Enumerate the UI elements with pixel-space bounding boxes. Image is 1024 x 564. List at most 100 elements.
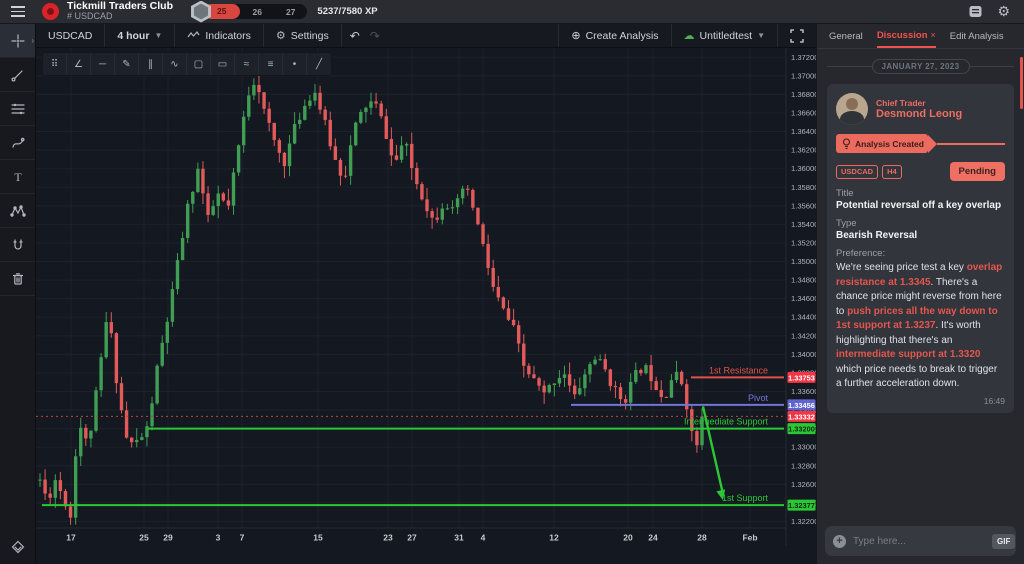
fib-retracement-tool[interactable] [0, 92, 35, 126]
level-label: 1st Support [722, 493, 769, 503]
xp-count: 5237/7580 XP [317, 6, 378, 17]
tab-edit-analysis[interactable]: Edit Analysis [950, 24, 1004, 48]
fib-lines-tool-icon[interactable]: ≡ [259, 53, 283, 75]
chevron-down-icon: ▼ [757, 31, 765, 40]
level-label: Intermediate Support [684, 417, 769, 427]
svg-text:27: 27 [407, 533, 417, 543]
svg-text:1.35400: 1.35400 [791, 220, 816, 229]
brush-tool[interactable] [0, 126, 35, 160]
redo-icon[interactable]: ↷ [368, 29, 388, 43]
angle-tool-icon[interactable]: ∠ [67, 53, 91, 75]
preference-label: Preference: [836, 248, 886, 259]
rectangle-tool-icon[interactable]: ▢ [187, 53, 211, 75]
svg-text:25: 25 [139, 533, 149, 543]
undo-icon[interactable]: ↶ [342, 29, 368, 43]
svg-text:1.32600: 1.32600 [791, 480, 816, 489]
tab-general[interactable]: General [829, 24, 863, 48]
svg-text:1.33200: 1.33200 [788, 425, 815, 434]
type-label: Type [836, 218, 857, 229]
svg-text:24: 24 [648, 533, 658, 543]
lightbulb-icon [842, 137, 851, 149]
tab-discussion[interactable]: Discussion × [876, 24, 936, 48]
trendline-tool-icon[interactable]: ✎ [115, 53, 139, 75]
text-tool[interactable]: T [0, 160, 35, 194]
banner-line [936, 142, 1005, 145]
tickmill-logo-icon [42, 3, 59, 20]
level-next-2: 27 [285, 6, 296, 17]
horizontal-line-tool-icon[interactable]: ─ [91, 53, 115, 75]
message-timestamp: 16:49 [983, 395, 1005, 406]
svg-text:23: 23 [383, 533, 393, 543]
avatar[interactable] [836, 93, 868, 125]
magnet-tool[interactable] [0, 228, 35, 262]
ray-tool-icon[interactable]: ╱ [307, 53, 331, 75]
svg-text:28: 28 [697, 533, 707, 543]
author-name[interactable]: Desmond Leong [876, 108, 962, 120]
dot-tool-icon[interactable]: • [283, 53, 307, 75]
close-tab-icon[interactable]: × [931, 30, 936, 40]
svg-text:T: T [14, 170, 22, 184]
price-axis[interactable]: 1.37200 1.37000 1.36800 1.36600 1.36400 1.362… [791, 53, 816, 526]
svg-text:1.36200: 1.36200 [791, 146, 816, 155]
tool-expand-arrow-icon[interactable]: › [31, 36, 34, 45]
crosshair-tool[interactable]: › [0, 24, 35, 58]
drag-handle-icon[interactable]: ⠿ [43, 53, 67, 75]
plus-circle-icon: ⊕ [571, 30, 581, 42]
panel-tabs: General Discussion × Edit Analysis [817, 24, 1024, 49]
svg-text:1.34600: 1.34600 [791, 294, 816, 303]
indicators-icon [187, 30, 200, 41]
parallel-channel-tool-icon[interactable]: ∥ [139, 53, 163, 75]
curve-tool-icon[interactable]: ≈ [235, 53, 259, 75]
top-header: Tickmill Traders Club # USDCAD 25 26 27 … [0, 0, 1024, 24]
symbol-button[interactable]: USDCAD [36, 24, 106, 47]
gear-icon: ⚙ [275, 30, 286, 42]
svg-text:1.33000: 1.33000 [791, 443, 816, 452]
create-analysis-button[interactable]: ⊕ Create Analysis [559, 24, 672, 47]
candles-layer [38, 75, 704, 525]
diamond-icon[interactable] [0, 530, 35, 564]
svg-text:31: 31 [454, 533, 464, 543]
delete-drawings-tool[interactable] [0, 262, 35, 296]
message-header: Chief Trader Desmond Leong [836, 93, 1005, 125]
chart-settings-button[interactable]: ⚙ Settings [264, 24, 342, 47]
indicators-button[interactable]: Indicators [175, 24, 264, 47]
message-input[interactable] [853, 535, 985, 547]
candlestick-chart[interactable]: 1.37200 1.37000 1.36800 1.36600 1.36400 1.362… [36, 48, 816, 564]
brush-tool-icon[interactable]: ∿ [163, 53, 187, 75]
svg-text:4: 4 [481, 533, 486, 543]
settings-gear-icon[interactable]: ⚙ [997, 3, 1010, 20]
chart-area[interactable]: ⠿ ∠ ─ ✎ ∥ ∿ ▢ ▭ ≈ ≡ • ╱ 1.37200 1.37000 1.… [36, 48, 816, 564]
svg-text:1.33456: 1.33456 [788, 401, 815, 410]
xabcd-pattern-tool[interactable] [0, 194, 35, 228]
svg-text:7: 7 [240, 533, 245, 543]
callout-tool-icon[interactable]: ▭ [211, 53, 235, 75]
timeframe-dropdown[interactable]: 4 hour ▼ [105, 24, 176, 47]
symbol-tag: USDCAD [836, 164, 879, 179]
svg-text:1.36000: 1.36000 [791, 164, 816, 173]
svg-text:1.36600: 1.36600 [791, 108, 816, 117]
svg-text:1.32200: 1.32200 [791, 517, 816, 526]
svg-text:Feb: Feb [742, 533, 757, 543]
fullscreen-button[interactable] [778, 24, 816, 47]
hamburger-menu-icon[interactable] [0, 6, 36, 17]
banner-arrow-shape [927, 134, 937, 153]
chart-toolbar: USDCAD 4 hour ▼ Indicators ⚙ Settings ↶ ↷ [36, 24, 816, 48]
svg-text:29: 29 [163, 533, 173, 543]
attach-plus-icon[interactable]: + [833, 534, 846, 548]
tag-row: USDCAD H4 Pending [836, 162, 1005, 181]
pending-status-button[interactable]: Pending [949, 162, 1005, 181]
timeframe-tag: H4 [882, 164, 902, 179]
gif-button[interactable]: GIF [992, 533, 1016, 549]
drawing-tools-rail: › T [0, 24, 36, 564]
discussion-feed[interactable]: JANUARY 27, 2023 Chief Trader Desmond Le… [817, 49, 1024, 526]
forum-panel-icon[interactable] [968, 4, 983, 19]
app-window: Tickmill Traders Club # USDCAD 25 26 27 … [0, 0, 1024, 564]
workspace-dropdown[interactable]: ☁ Untitledtest ▼ [672, 24, 778, 47]
svg-text:20: 20 [623, 533, 633, 543]
analysis-title: Potential reversal off a key overlap [836, 200, 1002, 211]
time-axis[interactable]: 17 25 29 3 7 15 23 27 31 4 12 20 24 28 Feb [66, 533, 757, 543]
analysis-message-card: Chief Trader Desmond Leong Analysis Crea… [827, 84, 1014, 413]
scrollbar-thumb[interactable] [1020, 57, 1023, 109]
svg-text:1.35200: 1.35200 [791, 238, 816, 247]
trendline-tool[interactable] [0, 58, 35, 92]
